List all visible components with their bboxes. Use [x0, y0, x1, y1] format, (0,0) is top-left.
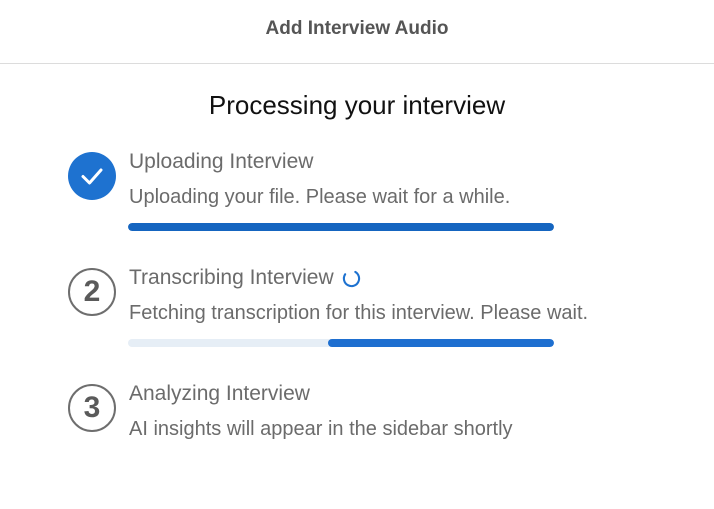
transcription-progress-fill: [328, 339, 554, 347]
spinner-icon: [342, 269, 360, 287]
step-number: 2: [83, 275, 101, 308]
step-number: 3: [83, 391, 101, 424]
step-complete-badge: [68, 152, 116, 200]
upload-progress-fill: [128, 223, 554, 231]
step-description: Fetching transcription for this intervie…: [129, 302, 589, 324]
upload-progress-bar: [128, 223, 554, 231]
transcription-progress-bar: [128, 339, 554, 347]
step-title: Analyzing Interview: [129, 382, 310, 405]
step-number-badge: 2: [68, 268, 116, 316]
step-description: AI insights will appear in the sidebar s…: [129, 418, 513, 440]
add-interview-audio-modal: Add Interview Audio Processing your inte…: [0, 0, 714, 509]
step-number-badge: 3: [68, 384, 116, 432]
modal-title: Add Interview Audio: [265, 17, 449, 39]
step-title-row: Transcribing Interview: [129, 266, 361, 290]
checkmark-icon: [81, 168, 103, 185]
modal-header: Add Interview Audio: [0, 0, 714, 64]
step-title: Uploading Interview: [129, 150, 314, 173]
step-description: Uploading your file. Please wait for a w…: [129, 186, 511, 208]
step-title: Transcribing Interview: [129, 266, 334, 289]
page-title: Processing your interview: [208, 90, 506, 120]
